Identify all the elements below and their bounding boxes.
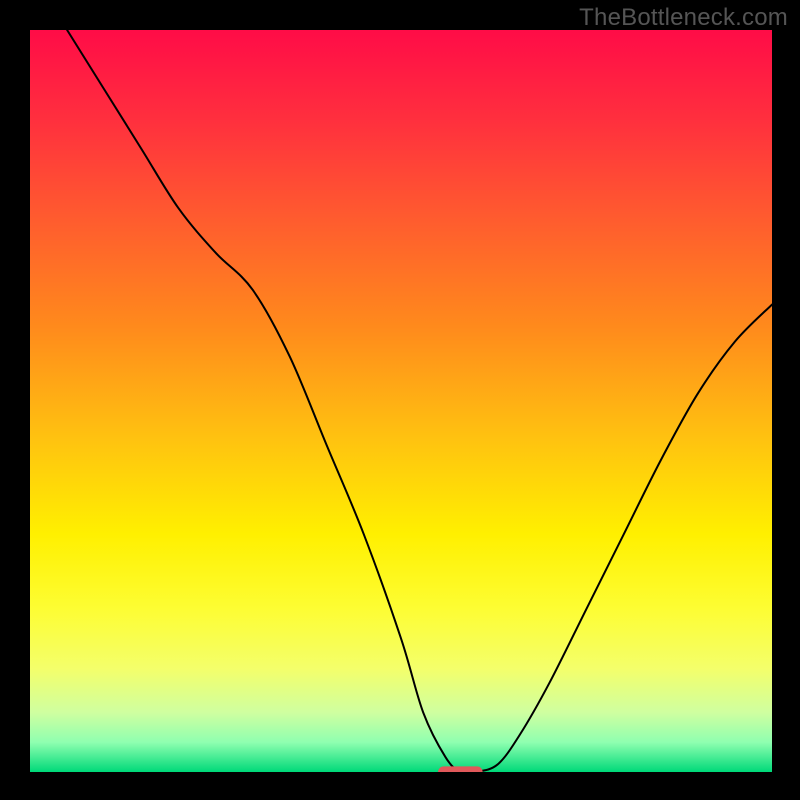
watermark-label: TheBottleneck.com xyxy=(579,4,788,32)
chart-background xyxy=(30,30,772,772)
optimal-marker xyxy=(438,766,483,777)
chart-frame: TheBottleneck.com xyxy=(0,0,800,800)
bottleneck-chart xyxy=(0,0,800,800)
